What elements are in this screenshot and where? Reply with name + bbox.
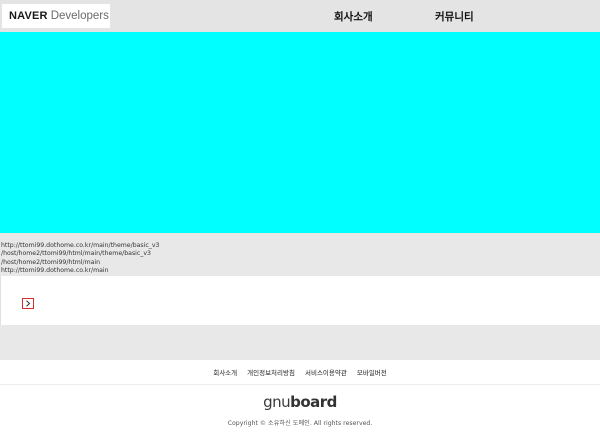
footer-nav: 회사소개 개인정보처리방침 서비스이용약관 모바일버전 (0, 360, 600, 385)
logo-brand-text: NAVER (9, 10, 48, 22)
naver-developers-logo[interactable]: NAVER Developers (2, 4, 110, 28)
path-line-main-url: http://ttomi99.dothome.co.kr/main (1, 267, 109, 275)
site-header: NAVER Developers 회사소개 커뮤니티 (0, 0, 600, 32)
chevron-right-icon (26, 300, 31, 307)
footer-link-terms[interactable]: 서비스이용약관 (305, 367, 347, 377)
path-line-theme-dir: /host/home2/ttomi99/html/main/theme/basi… (1, 250, 151, 258)
nav-item-company[interactable]: 회사소개 (334, 9, 373, 24)
footer-link-mobile[interactable]: 모바일버전 (357, 367, 387, 377)
debug-path-list: http://ttomi99.dothome.co.kr/main/theme/… (0, 233, 600, 276)
copyright-text: Copyright © 소유하신 도메인. All rights reserve… (227, 420, 373, 427)
nav-item-community[interactable]: 커뮤니티 (435, 9, 474, 24)
content-area (0, 276, 600, 325)
grey-divider-band (0, 325, 600, 360)
footer-link-privacy[interactable]: 개인정보처리방침 (247, 367, 295, 377)
gnuboard-logo-text: gnuboard (263, 393, 337, 411)
gnuboard-logo-light: gnu (263, 393, 291, 411)
path-line-theme-url: http://ttomi99.dothome.co.kr/main/theme/… (1, 242, 160, 249)
footer-link-company[interactable]: 회사소개 (213, 367, 237, 377)
next-button[interactable] (22, 298, 34, 309)
hero-banner (0, 32, 600, 233)
logo-product-text: Developers (50, 10, 109, 22)
gnuboard-logo[interactable]: gnuboard (0, 392, 600, 412)
path-line-main-dir: /host/home2/ttomi99/html/main (1, 258, 101, 266)
gnuboard-logo-bold: board (290, 393, 337, 411)
